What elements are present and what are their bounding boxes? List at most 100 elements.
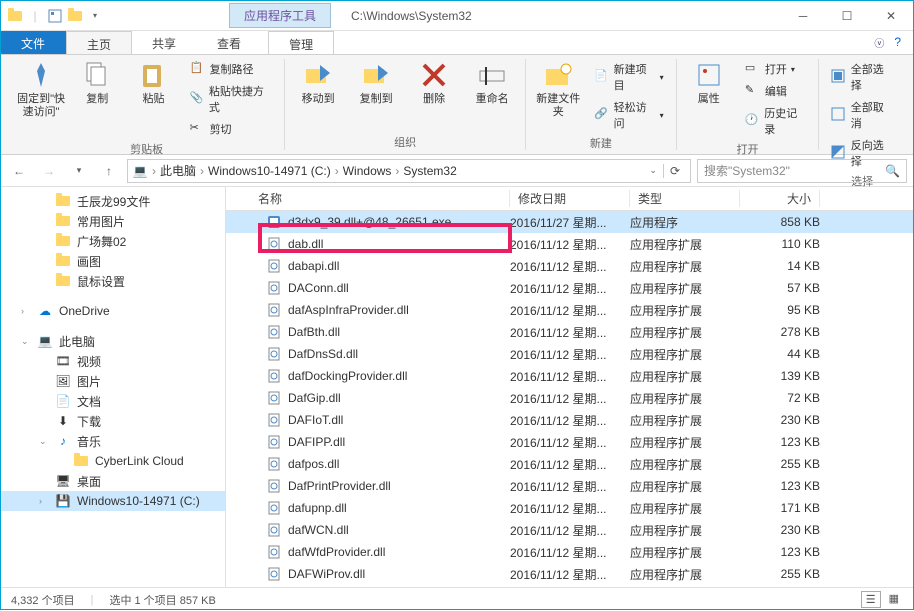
thumbnails-view-button[interactable]: ▦: [885, 591, 903, 608]
pin-to-quick-access-button[interactable]: 固定到"快速访问": [17, 59, 65, 119]
expand-icon[interactable]: ›: [21, 306, 24, 316]
tree-item[interactable]: ⬇下载: [1, 411, 225, 431]
file-row[interactable]: dafAspInfraProvider.dll2016/11/12 星期...应…: [226, 299, 913, 321]
file-row[interactable]: dafWCN.dll2016/11/12 星期...应用程序扩展230 KB: [226, 519, 913, 541]
properties-button[interactable]: 属性: [685, 59, 733, 106]
breadcrumb-dropdown[interactable]: ⌄: [643, 165, 663, 176]
ribbon-collapse-icon[interactable]: ⓥ: [874, 35, 884, 50]
paste-shortcut-icon: 📎: [190, 91, 205, 107]
col-date[interactable]: 修改日期: [510, 190, 630, 207]
tree-item[interactable]: ⌄♪音乐: [1, 431, 225, 451]
copy-to-button[interactable]: 复制到: [351, 59, 401, 106]
tree-item[interactable]: 📄文档: [1, 391, 225, 411]
minimize-button[interactable]: ─: [781, 2, 825, 30]
file-row[interactable]: dab.dll2016/11/12 星期...应用程序扩展110 KB: [226, 233, 913, 255]
qat-dropdown-icon[interactable]: ▾: [87, 8, 103, 24]
file-row[interactable]: DafGip.dll2016/11/12 星期...应用程序扩展72 KB: [226, 387, 913, 409]
copy-path-button[interactable]: 📋复制路径: [186, 59, 277, 79]
col-type[interactable]: 类型: [630, 190, 740, 207]
search-input[interactable]: 搜索"System32" 🔍: [697, 159, 907, 183]
new-item-button[interactable]: 📄新建项目▾: [590, 59, 667, 95]
breadcrumb[interactable]: 💻 › 此电脑 › Windows10-14971 (C:) › Windows…: [127, 159, 691, 183]
col-name[interactable]: 名称: [250, 190, 510, 207]
details-view-button[interactable]: ☰: [861, 591, 881, 608]
copy-button[interactable]: 复制: [73, 59, 121, 106]
file-row[interactable]: DAFIPP.dll2016/11/12 星期...应用程序扩展123 KB: [226, 431, 913, 453]
tree-item[interactable]: ›💾Windows10-14971 (C:): [1, 491, 225, 511]
close-button[interactable]: ✕: [869, 2, 913, 30]
breadcrumb-segment[interactable]: 此电脑: [160, 162, 196, 179]
column-headers[interactable]: 名称 修改日期 类型 大小: [226, 187, 913, 211]
tree-item[interactable]: 广场舞02: [1, 231, 225, 251]
breadcrumb-segment[interactable]: Windows: [343, 164, 392, 178]
edit-button[interactable]: ✎编辑: [741, 81, 810, 101]
open-button[interactable]: ▭打开▾: [741, 59, 810, 79]
tree-item[interactable]: ›☁OneDrive: [1, 301, 225, 321]
move-to-button[interactable]: 移动到: [293, 59, 343, 106]
tab-home[interactable]: 主页: [66, 31, 132, 54]
tree-item[interactable]: CyberLink Cloud: [1, 451, 225, 471]
navigation-pane[interactable]: 壬辰龙99文件常用图片广场舞02画图鼠标设置 ›☁OneDrive ⌄💻此电脑🎞视频…: [1, 187, 226, 587]
help-icon[interactable]: ?: [894, 35, 901, 50]
file-row[interactable]: d3dx9_39.dll+@48_26651.exe2016/11/27 星期.…: [226, 211, 913, 233]
back-button[interactable]: ←: [7, 159, 31, 183]
up-button[interactable]: ↑: [97, 159, 121, 183]
file-row[interactable]: DafDnsSd.dll2016/11/12 星期...应用程序扩展44 KB: [226, 343, 913, 365]
tree-item[interactable]: ⌄💻此电脑: [1, 331, 225, 351]
file-row[interactable]: dafDockingProvider.dll2016/11/12 星期...应用…: [226, 365, 913, 387]
paste-shortcut-button[interactable]: 📎粘贴快捷方式: [186, 81, 277, 117]
copy-path-icon: 📋: [190, 61, 206, 77]
easy-access-button[interactable]: 🔗轻松访问▾: [590, 97, 667, 133]
tree-item[interactable]: 🖼图片: [1, 371, 225, 391]
expand-icon[interactable]: ⌄: [39, 436, 47, 447]
tree-item[interactable]: 常用图片: [1, 211, 225, 231]
tree-item[interactable]: 鼠标设置: [1, 271, 225, 291]
chevron-right-icon[interactable]: ›: [200, 164, 204, 178]
file-row[interactable]: DAConn.dll2016/11/12 星期...应用程序扩展57 KB: [226, 277, 913, 299]
tab-share[interactable]: 共享: [132, 31, 197, 54]
select-all-button[interactable]: 全部选择: [827, 59, 897, 95]
refresh-button[interactable]: ⟳: [663, 164, 686, 178]
contextual-tool-tab[interactable]: 应用程序工具: [229, 3, 331, 28]
chevron-right-icon[interactable]: ›: [335, 164, 339, 178]
file-name: DafGip.dll: [288, 391, 341, 405]
tree-item[interactable]: 画图: [1, 251, 225, 271]
new-folder-qat-icon[interactable]: [67, 8, 83, 24]
expand-icon[interactable]: ›: [39, 496, 42, 506]
tab-view[interactable]: 查看: [197, 31, 262, 54]
file-row[interactable]: DafPrintProvider.dll2016/11/12 星期...应用程序…: [226, 475, 913, 497]
history-button[interactable]: 🕐历史记录: [741, 103, 810, 139]
col-size[interactable]: 大小: [740, 190, 820, 207]
select-none-icon: [831, 107, 846, 123]
file-row[interactable]: dabapi.dll2016/11/12 星期...应用程序扩展14 KB: [226, 255, 913, 277]
maximize-button[interactable]: ☐: [825, 2, 869, 30]
tree-item[interactable]: 壬辰龙99文件: [1, 191, 225, 211]
tab-file[interactable]: 文件: [1, 31, 66, 54]
forward-button[interactable]: →: [37, 159, 61, 183]
cut-button[interactable]: ✂剪切: [186, 119, 277, 139]
select-none-button[interactable]: 全部取消: [827, 97, 897, 133]
file-row[interactable]: dafpos.dll2016/11/12 星期...应用程序扩展255 KB: [226, 453, 913, 475]
file-row[interactable]: DAFWiProv.dll2016/11/12 星期...应用程序扩展255 K…: [226, 563, 913, 585]
chevron-right-icon[interactable]: ›: [152, 164, 156, 178]
file-row[interactable]: DafBth.dll2016/11/12 星期...应用程序扩展278 KB: [226, 321, 913, 343]
paste-button[interactable]: 粘贴: [129, 59, 177, 106]
new-folder-button[interactable]: 新建文件夹: [534, 59, 582, 119]
breadcrumb-segment[interactable]: Windows10-14971 (C:): [208, 164, 331, 178]
tab-manage[interactable]: 管理: [268, 31, 334, 54]
delete-button[interactable]: 删除: [409, 59, 459, 106]
file-size: 123 KB: [740, 435, 820, 449]
file-row[interactable]: DAFIoT.dll2016/11/12 星期...应用程序扩展230 KB: [226, 409, 913, 431]
tree-item[interactable]: 🖥桌面: [1, 471, 225, 491]
expand-icon[interactable]: ⌄: [21, 336, 29, 347]
chevron-right-icon[interactable]: ›: [395, 164, 399, 178]
file-row[interactable]: dafupnp.dll2016/11/12 星期...应用程序扩展171 KB: [226, 497, 913, 519]
file-name: dafWCN.dll: [288, 523, 349, 537]
file-list[interactable]: d3dx9_39.dll+@48_26651.exe2016/11/27 星期.…: [226, 211, 913, 587]
tree-item[interactable]: 🎞视频: [1, 351, 225, 371]
recent-locations-button[interactable]: ▾: [67, 159, 91, 183]
file-row[interactable]: dafWfdProvider.dll2016/11/12 星期...应用程序扩展…: [226, 541, 913, 563]
rename-button[interactable]: 重命名: [467, 59, 517, 106]
properties-qat-icon[interactable]: [47, 8, 63, 24]
breadcrumb-segment[interactable]: System32: [403, 164, 456, 178]
